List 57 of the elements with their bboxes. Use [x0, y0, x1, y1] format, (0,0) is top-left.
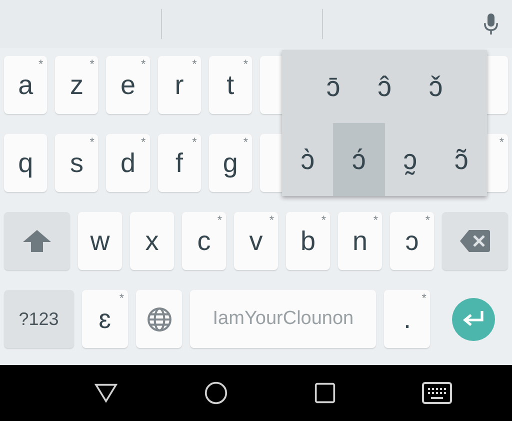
- key-hint: *: [217, 214, 222, 226]
- letter-key[interactable]: d *: [106, 134, 150, 192]
- key-hint: *: [192, 58, 197, 70]
- enter-key[interactable]: [452, 298, 495, 340]
- key-hint: *: [321, 214, 326, 226]
- accent-option[interactable]: ɔ̃: [436, 123, 487, 196]
- letter-key[interactable]: f *: [158, 134, 201, 192]
- letter-key[interactable]: . *: [384, 290, 430, 348]
- letter-key[interactable]: r *: [158, 56, 201, 114]
- letter-key[interactable]: z *: [55, 56, 98, 114]
- key-hint: *: [38, 58, 44, 70]
- key-hint: *: [373, 214, 378, 226]
- key-hint: *: [90, 58, 94, 70]
- shift-key[interactable]: [4, 212, 70, 270]
- microphone-icon[interactable]: [484, 13, 498, 35]
- key-hint: *: [499, 136, 504, 148]
- letter-key[interactable]: n *: [338, 212, 382, 270]
- letter-key[interactable]: t *: [208, 56, 252, 114]
- key-hint: *: [140, 136, 146, 148]
- globe-icon: [146, 306, 172, 332]
- key-hint: *: [422, 292, 426, 304]
- key-hint: *: [140, 58, 146, 70]
- letter-key[interactable]: ɛ *: [82, 290, 128, 348]
- letter-key[interactable]: s *: [55, 134, 98, 192]
- letter-key[interactable]: a *: [4, 56, 48, 114]
- accent-option[interactable]: ɔ̌: [410, 50, 462, 123]
- letter-key[interactable]: g *: [208, 134, 252, 192]
- key-hint: *: [243, 136, 248, 148]
- enter-icon: [462, 311, 484, 327]
- letter-key[interactable]: x: [130, 212, 174, 270]
- key-hint: *: [90, 136, 94, 148]
- accent-option[interactable]: ɔ̂: [358, 50, 410, 123]
- backspace-key[interactable]: [442, 212, 508, 270]
- recents-icon[interactable]: [314, 382, 336, 404]
- accent-option[interactable]: ɔ̄: [308, 50, 359, 123]
- symbols-key[interactable]: ?123: [4, 290, 74, 348]
- letter-key[interactable]: w: [78, 212, 122, 270]
- accent-option[interactable]: ɔ̀: [282, 123, 334, 196]
- letter-key[interactable]: q: [4, 134, 48, 192]
- back-icon[interactable]: [94, 383, 118, 403]
- letter-key[interactable]: c *: [182, 212, 226, 270]
- backspace-icon: [460, 230, 490, 252]
- key-hint: *: [192, 136, 197, 148]
- accent-option[interactable]: ɔ̰: [384, 123, 436, 196]
- language-key[interactable]: [136, 290, 182, 348]
- letter-key[interactable]: ɔ *: [390, 212, 434, 270]
- up-arrow-icon: [23, 230, 51, 252]
- key-hint: *: [119, 292, 124, 304]
- accent-option[interactable]: ɔ́: [333, 123, 384, 196]
- letter-key[interactable]: e *: [106, 56, 150, 114]
- home-icon[interactable]: [204, 381, 228, 405]
- key-hint: *: [269, 214, 274, 226]
- letter-key[interactable]: b *: [286, 212, 330, 270]
- key-hint: *: [243, 58, 248, 70]
- letter-key[interactable]: v *: [234, 212, 278, 270]
- keyboard-icon[interactable]: [422, 382, 452, 404]
- key-hint: *: [425, 214, 430, 226]
